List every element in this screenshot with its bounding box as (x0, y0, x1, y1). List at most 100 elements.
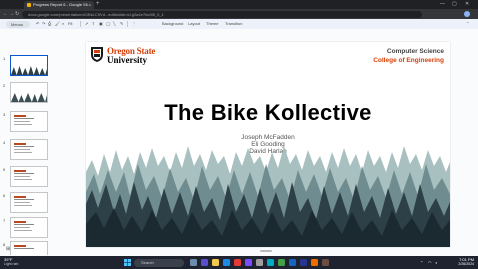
close-window-button[interactable]: ✕ (465, 1, 469, 7)
transition-button[interactable]: Transition (223, 21, 244, 26)
toolbar-divider (80, 21, 81, 27)
slide-number: 1 (3, 56, 6, 61)
maximize-button[interactable]: ▢ (452, 1, 457, 7)
line-icon[interactable]: ╲ (113, 21, 115, 26)
url-text: docs.google.com/presentation/d/1BkLC9Vd.… (28, 11, 164, 17)
thumb-line (14, 227, 30, 228)
weather-condition: Light rain (4, 262, 19, 266)
osu-shield-logo-icon (91, 47, 103, 62)
redo-icon[interactable]: ↷ (42, 21, 45, 26)
slide-thumbnail-3[interactable] (10, 111, 48, 132)
thumb-line (14, 205, 32, 206)
image-icon[interactable]: ▣ (99, 21, 103, 26)
author-name: Joseph McFadden (241, 134, 295, 141)
tab-title: Progress Report 6 - Google Sli... (33, 2, 91, 7)
zoom-icon[interactable]: ⌕ (62, 21, 64, 26)
browser-tab[interactable]: Progress Report 6 - Google Sli... × (24, 1, 94, 9)
background-button[interactable]: Background (160, 21, 185, 26)
volume-icon[interactable]: ◖ (435, 260, 437, 265)
slides-favicon-icon (27, 3, 31, 7)
slide-number: 3 (3, 112, 6, 117)
theme-button[interactable]: Theme (204, 21, 220, 26)
forward-button[interactable]: → (9, 11, 14, 17)
spotify-icon[interactable] (278, 259, 285, 266)
thumb-line (14, 224, 34, 225)
teams-icon[interactable] (201, 259, 208, 266)
grid-view-icon[interactable]: ⊞ (6, 246, 10, 252)
thumb-line (14, 248, 34, 249)
speaker-notes-resize-handle[interactable] (260, 250, 272, 252)
slide-number: 7 (3, 218, 6, 223)
slide-thumbnail-8[interactable] (10, 241, 48, 255)
slide-thumbnail-1[interactable] (10, 55, 48, 76)
menus-label: Menus (11, 21, 24, 27)
toolbar-divider (127, 21, 128, 27)
thumb-line (14, 152, 32, 153)
menus-search-button[interactable]: Menus (6, 20, 30, 28)
wifi-icon[interactable]: ◠ (428, 260, 432, 265)
app-icon[interactable] (322, 259, 329, 266)
word-icon[interactable] (289, 259, 296, 266)
collapse-toolbar-icon[interactable]: ⌃ (466, 21, 469, 26)
slide-thumbnail-2[interactable] (10, 82, 48, 103)
print-icon[interactable]: ⎙ (48, 21, 51, 26)
chrome-icon[interactable] (234, 259, 241, 266)
clock[interactable]: 7:01 PM 2/26/2024 (458, 257, 474, 266)
thumb-heading (14, 170, 26, 172)
url-input[interactable]: docs.google.com/presentation/d/1BkLC9Vd.… (22, 10, 422, 18)
weather-widget[interactable]: 39°F Light rain (4, 257, 18, 266)
filmstrip: 1 2 3 4 5 6 7 8 ⊞ (0, 29, 55, 256)
paint-format-icon[interactable]: 🖌 (55, 21, 60, 26)
thumb-heading (14, 115, 26, 117)
thumb-line (14, 173, 34, 174)
text-box-icon[interactable]: T (92, 21, 94, 26)
thumb-heading (14, 196, 26, 198)
tab-close-icon[interactable]: × (89, 2, 91, 7)
college-name: College of Engineering (373, 57, 444, 64)
osu-name-line2: University (107, 55, 147, 65)
more-options-icon[interactable]: ⋮ (132, 21, 136, 26)
slides-app: Menus ↶ ↷ ⎙ 🖌 ⌕ Fit ➚ T ▣ ◯ ╲ ✎ ⋮ Backgr… (0, 19, 478, 256)
chevron-up-icon[interactable]: ⌃ (420, 260, 423, 265)
minimize-button[interactable]: — (440, 1, 445, 7)
edge-icon[interactable] (223, 259, 230, 266)
taskbar-search-box[interactable]: Search (134, 258, 184, 267)
thumb-heading (14, 143, 26, 145)
zoom-select[interactable]: Fit (68, 21, 72, 26)
undo-icon[interactable]: ↶ (36, 21, 39, 26)
browser-tab-strip: Progress Report 6 - Google Sli... × + — … (0, 0, 478, 9)
visual-studio-icon[interactable] (245, 259, 252, 266)
select-cursor-icon[interactable]: ➚ (85, 21, 88, 26)
terminal-icon[interactable] (267, 259, 274, 266)
settings-icon[interactable] (256, 259, 263, 266)
address-bar-row: ← → ↻ docs.google.com/presentation/d/1Bk… (0, 9, 478, 19)
slide-thumbnail-6[interactable] (10, 192, 48, 213)
comment-icon[interactable]: ✎ (120, 21, 123, 26)
slide-title: The Bike Kollective (164, 100, 372, 125)
profile-avatar[interactable] (464, 11, 470, 17)
department-name: Computer Science (386, 48, 444, 55)
app-icon[interactable] (311, 259, 318, 266)
slide-thumbnail-5[interactable] (10, 166, 48, 187)
slide-thumbnail-4[interactable] (10, 139, 48, 160)
slide-canvas[interactable]: Oregon State University Computer Science… (86, 42, 450, 247)
thumb-line (14, 179, 32, 180)
slide-thumbnail-7[interactable] (10, 217, 48, 238)
thumb-line (14, 121, 30, 122)
taskbar-search-label: Search (141, 260, 154, 265)
layout-button[interactable]: Layout (186, 21, 202, 26)
slide-number: 5 (3, 167, 6, 172)
clock-date: 2/26/2024 (458, 262, 474, 266)
new-tab-button[interactable]: + (96, 1, 100, 7)
thumb-line (14, 149, 30, 150)
reload-button[interactable]: ↻ (15, 11, 19, 17)
file-explorer-icon[interactable] (212, 259, 219, 266)
windows-start-icon[interactable] (124, 259, 131, 266)
back-button[interactable]: ← (3, 11, 8, 17)
shape-icon[interactable]: ◯ (106, 21, 110, 26)
thumb-heading (14, 221, 26, 223)
task-view-icon[interactable] (190, 259, 197, 266)
slide-number: 4 (3, 140, 6, 145)
app-icon[interactable] (300, 259, 307, 266)
thumb-line (14, 124, 32, 125)
